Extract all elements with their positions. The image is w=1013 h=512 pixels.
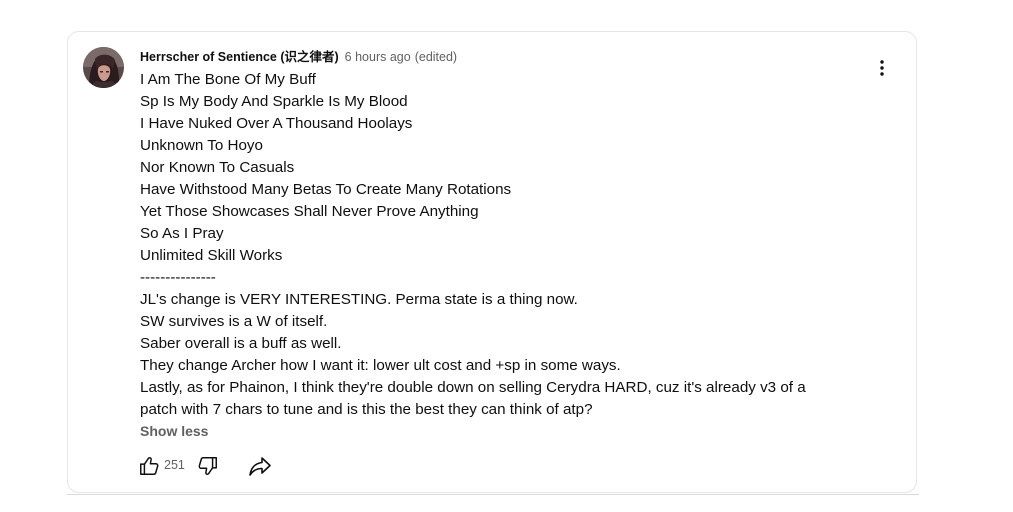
show-less-button[interactable]: Show less xyxy=(140,421,208,441)
comment-line: They change Archer how I want it: lower … xyxy=(140,357,621,374)
comment-line: I Am The Bone Of My Buff xyxy=(140,71,316,88)
more-vertical-icon xyxy=(880,60,884,76)
thumb-down-icon xyxy=(198,457,217,475)
share-button[interactable] xyxy=(247,453,273,479)
comment-line: Unknown To Hoyo xyxy=(140,137,263,154)
comment-line: Yet Those Showcases Shall Never Prove An… xyxy=(140,203,479,220)
comment-line: Lastly, as for Phainon, I think they're … xyxy=(140,379,806,396)
divider xyxy=(67,494,919,495)
comment-line: Have Withstood Many Betas To Create Many… xyxy=(140,181,512,198)
edited-label: (edited) xyxy=(414,50,458,64)
comment-line: So As I Pray xyxy=(140,225,224,242)
comment-line: patch with 7 chars to tune and is this t… xyxy=(140,401,593,418)
comment-line: I Have Nuked Over A Thousand Hoolays xyxy=(140,115,413,132)
comment-body: I Am The Bone Of My Buff Sp Is My Body A… xyxy=(140,69,860,421)
avatar[interactable] xyxy=(83,47,124,88)
thumb-up-icon xyxy=(140,457,159,475)
more-options-button[interactable] xyxy=(868,54,896,82)
comment-line: --------------- xyxy=(140,269,216,286)
like-button[interactable] xyxy=(136,453,162,479)
dislike-button[interactable] xyxy=(195,453,221,479)
like-count: 251 xyxy=(164,458,185,472)
comment-timestamp[interactable]: 6 hours ago xyxy=(345,50,411,64)
comment-line: JL's change is VERY INTERESTING. Perma s… xyxy=(140,291,578,308)
comment-line: Sp Is My Body And Sparkle Is My Blood xyxy=(140,93,408,110)
author-name[interactable]: Herrscher of Sentience (识之律者) xyxy=(140,50,339,64)
share-arrow-icon xyxy=(249,457,271,476)
comment-header: Herrscher of Sentience (识之律者) 6 hours ago… xyxy=(140,48,457,66)
comment-line: Unlimited Skill Works xyxy=(140,247,283,264)
comment-line: SW survives is a W of itself. xyxy=(140,313,328,330)
comment-line: Saber overall is a buff as well. xyxy=(140,335,342,352)
comment-line: Nor Known To Casuals xyxy=(140,159,295,176)
